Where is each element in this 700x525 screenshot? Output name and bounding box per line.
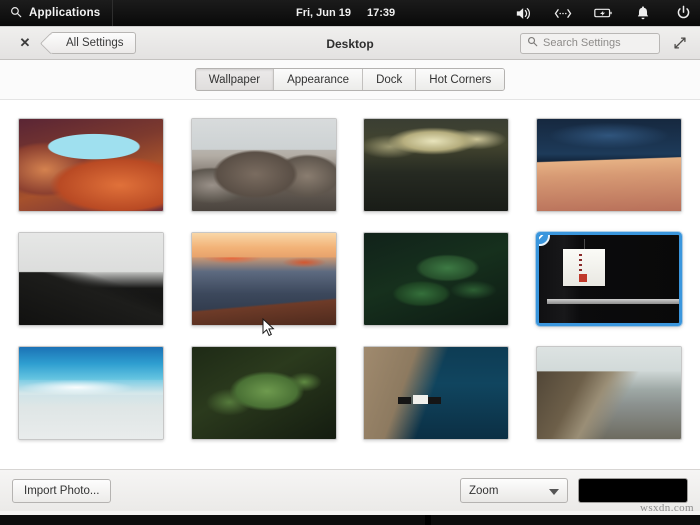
import-photo-button[interactable]: Import Photo... xyxy=(12,479,111,503)
wallpaper-art xyxy=(192,347,336,439)
sign-glyphs xyxy=(579,254,582,273)
wallpaper-cell xyxy=(10,114,173,216)
wallpaper-art xyxy=(537,347,681,439)
wallpaper-grid-area xyxy=(0,100,700,469)
lantern-sign xyxy=(563,249,605,286)
sign-stamp xyxy=(579,274,587,282)
wallpaper-art xyxy=(364,233,508,325)
wallpaper-cell xyxy=(528,342,691,444)
search-icon xyxy=(10,6,22,21)
wallpaper-art xyxy=(19,233,163,325)
close-icon[interactable]: ✕ xyxy=(14,32,36,54)
wallpaper-cell xyxy=(528,228,691,330)
wallpaper-art xyxy=(19,119,163,211)
screen: Applications Fri, Jun 19 17:39 xyxy=(0,0,700,525)
wallpaper-thumb-sunset-mountains[interactable] xyxy=(191,232,337,326)
top-panel: Applications Fri, Jun 19 17:39 xyxy=(0,0,700,26)
applications-menu[interactable]: Applications xyxy=(0,0,113,26)
wallpaper-cell xyxy=(10,342,173,444)
dock-bar xyxy=(0,515,700,525)
wallpaper-thumb-wooden-dock[interactable] xyxy=(536,118,682,212)
wallpaper-art xyxy=(364,119,508,211)
wallpaper-cell xyxy=(528,114,691,216)
wallpaper-cell xyxy=(183,114,346,216)
tab-dock[interactable]: Dock xyxy=(363,69,416,90)
settings-window: ✕ All Settings Desktop Search Settings xyxy=(0,26,700,511)
headerbar-right: Search Settings xyxy=(520,33,692,54)
tabbar: Wallpaper Appearance Dock Hot Corners xyxy=(195,68,506,91)
background-color-swatch[interactable] xyxy=(578,478,688,503)
watermark: wsxdn.com xyxy=(640,502,694,514)
search-settings-input[interactable]: Search Settings xyxy=(520,33,660,54)
wallpaper-thumb-lantern-doorway[interactable] xyxy=(536,232,682,326)
wallpaper-cell xyxy=(355,342,518,444)
wallpaper-thumb-dark-ferns[interactable] xyxy=(363,232,509,326)
wallpaper-thumb-snowy-peaks[interactable] xyxy=(191,118,337,212)
zoom-mode-select[interactable]: Zoom xyxy=(460,478,568,503)
window-headerbar: ✕ All Settings Desktop Search Settings xyxy=(0,27,700,60)
tab-hot-corners[interactable]: Hot Corners xyxy=(416,69,504,90)
volume-icon[interactable] xyxy=(514,4,532,22)
network-icon[interactable] xyxy=(554,4,572,22)
applications-label: Applications xyxy=(29,7,100,19)
wallpaper-art xyxy=(19,347,163,439)
wallpaper-thumb-bird-over-ridge[interactable] xyxy=(18,232,164,326)
zoom-mode-value: Zoom xyxy=(469,485,498,497)
search-icon xyxy=(527,34,538,52)
all-settings-back-button[interactable]: All Settings xyxy=(50,32,136,54)
wallpaper-art xyxy=(539,235,679,323)
power-icon[interactable] xyxy=(674,4,692,22)
clock-area[interactable]: Fri, Jun 19 17:39 xyxy=(296,0,395,26)
wallpaper-grid xyxy=(10,114,690,444)
wallpaper-cell xyxy=(355,114,518,216)
wallpaper-art xyxy=(537,119,681,211)
wallpaper-thumb-pine-branch[interactable] xyxy=(191,346,337,440)
wallpaper-cell xyxy=(355,228,518,330)
wallpaper-art xyxy=(364,347,508,439)
wallpaper-thumb-dark-clouds[interactable] xyxy=(363,118,509,212)
wallpaper-thumb-aerial-beach[interactable] xyxy=(18,346,164,440)
tab-appearance[interactable]: Appearance xyxy=(274,69,363,90)
panel-time: 17:39 xyxy=(367,7,395,19)
search-placeholder-text: Search Settings xyxy=(543,37,621,49)
wallpaper-art xyxy=(192,233,336,325)
wallpaper-thumb-aerial-coastline[interactable] xyxy=(363,346,509,440)
window-actionbar: Import Photo... Zoom xyxy=(0,469,700,511)
wallpaper-thumb-coastal-cliff[interactable] xyxy=(536,346,682,440)
tab-wallpaper[interactable]: Wallpaper xyxy=(196,69,274,90)
dock-indicator xyxy=(425,515,431,525)
chevron-down-icon xyxy=(549,489,559,495)
wallpaper-thumb-slot-canyon[interactable] xyxy=(18,118,164,212)
wallpaper-cell xyxy=(183,228,346,330)
tabbar-container: Wallpaper Appearance Dock Hot Corners xyxy=(0,60,700,100)
notifications-icon[interactable] xyxy=(634,4,652,22)
wallpaper-cell xyxy=(183,342,346,444)
maximize-icon[interactable] xyxy=(670,33,690,53)
wallpaper-cell xyxy=(10,228,173,330)
battery-icon[interactable] xyxy=(594,4,612,22)
wallpaper-art xyxy=(192,119,336,211)
panel-date: Fri, Jun 19 xyxy=(296,7,351,19)
system-tray xyxy=(514,0,692,26)
